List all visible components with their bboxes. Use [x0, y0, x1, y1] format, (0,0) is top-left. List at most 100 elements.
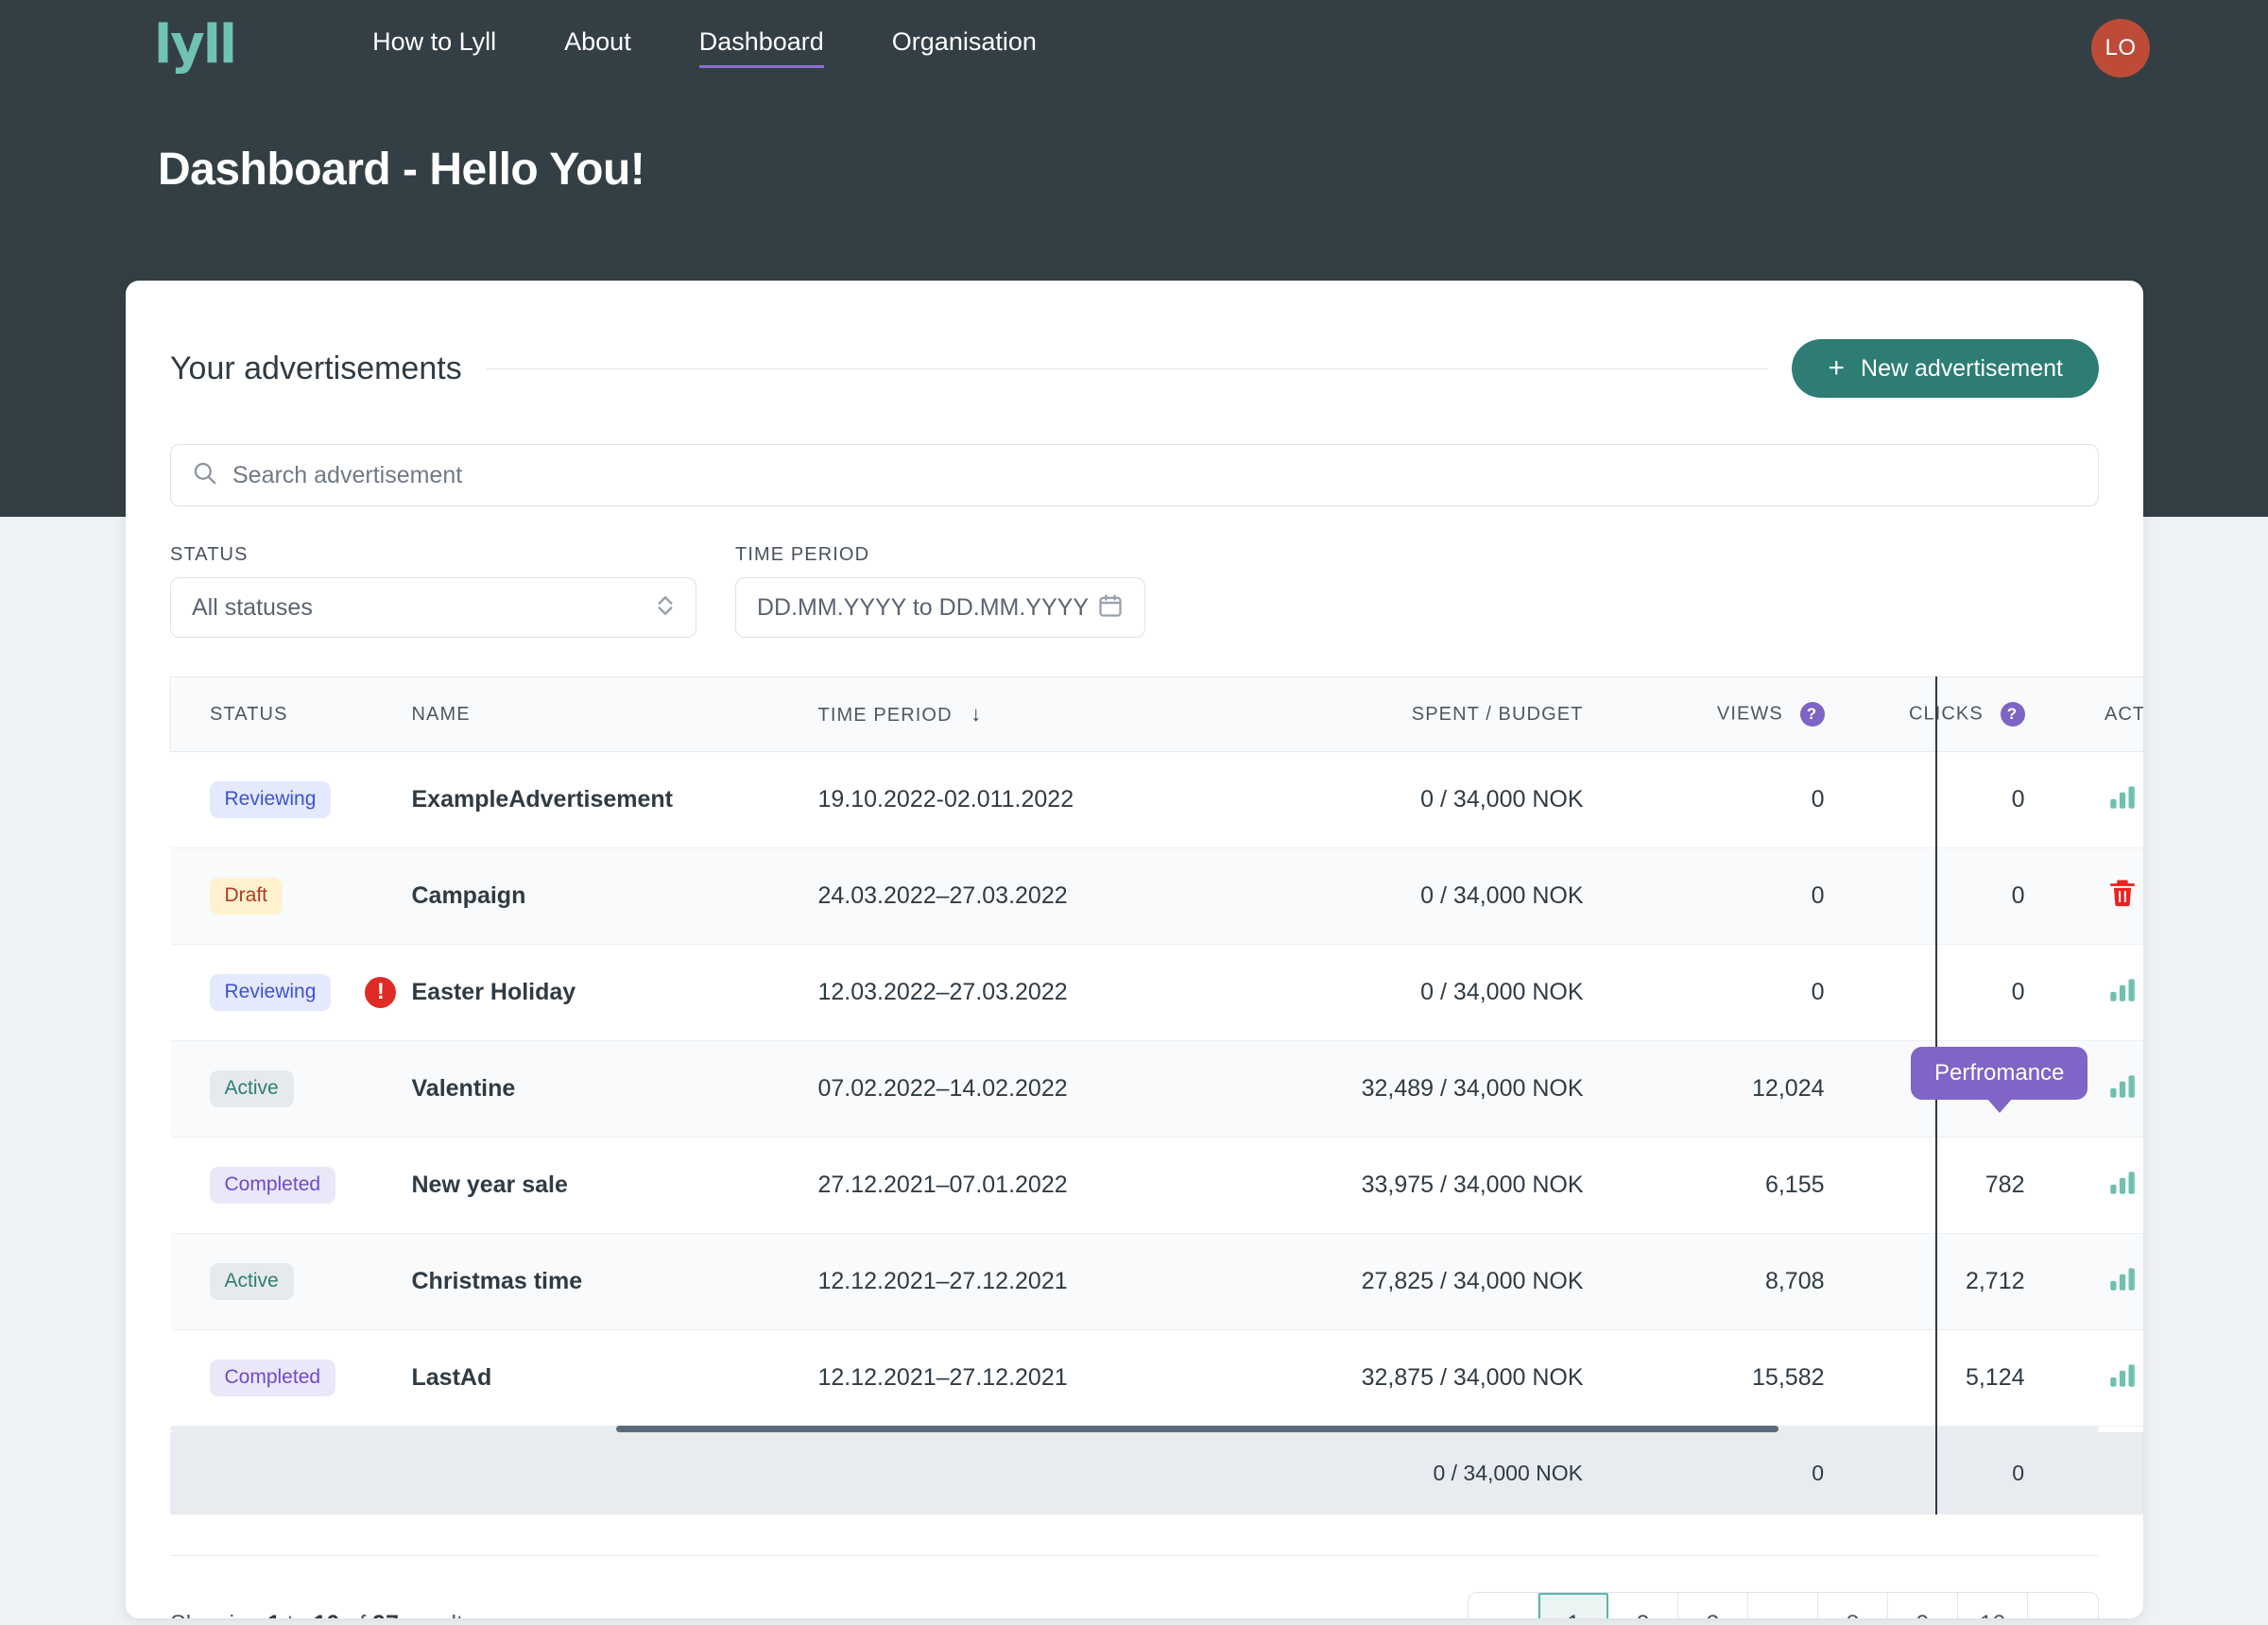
column-header-views[interactable]: VIEWS ? — [1583, 676, 1825, 752]
cell-clicks: 782 — [1824, 1137, 2061, 1234]
status-filter-group: STATUS All statuses — [170, 544, 696, 638]
cell-clicks: 5,124 — [1824, 1329, 2061, 1427]
table-totals-row: 0 / 34,000 NOK 0 0 — [170, 1432, 2143, 1514]
cell-name: Easter Holiday — [411, 944, 818, 1041]
column-header-clicks-label: CLICKS — [1908, 703, 1984, 725]
table-row[interactable]: Completed New year sale 27.12.2021–07.01.2… — [170, 1137, 2143, 1234]
chart-bar-icon[interactable] — [2106, 973, 2139, 1005]
pagination-prev-button[interactable]: ‹ — [1469, 1593, 1538, 1618]
sort-descending-icon[interactable]: ↓ — [971, 702, 982, 726]
column-header-time-period[interactable]: TIME PERIOD ↓ — [817, 676, 1225, 752]
pagination-page-3[interactable]: 3 — [1678, 1593, 1748, 1618]
chart-bar-icon[interactable] — [2106, 1069, 2139, 1102]
time-period-filter-label: TIME PERIOD — [735, 544, 870, 565]
table-row[interactable]: Active Valentine 07.02.2022–14.02.2022 32,4… — [170, 1040, 2143, 1138]
status-badge: Active — [209, 1263, 294, 1300]
chevron-updown-icon — [656, 591, 675, 624]
cell-name: Valentine — [411, 1040, 818, 1138]
cell-views: 0 — [1583, 751, 1825, 848]
table-row[interactable]: Completed LastAd 12.12.2021–27.12.2021 32,8… — [170, 1329, 2143, 1427]
status-badge: Reviewing — [209, 974, 332, 1011]
footer-divider — [170, 1555, 2099, 1556]
showing-suffix: results — [405, 1611, 475, 1619]
performance-tooltip: Perfromance — [1911, 1047, 2088, 1100]
cell-time-period: 12.12.2021–27.12.2021 — [817, 1233, 1225, 1330]
column-header-actions: ACTIONS — [2060, 676, 2143, 752]
showing-total: 97 — [372, 1611, 399, 1619]
column-header-clicks[interactable]: CLICKS ? — [1824, 676, 2061, 752]
pagination-page-10[interactable]: 10 — [1958, 1593, 2028, 1618]
cell-actions — [2060, 1233, 2143, 1330]
cell-time-period: 24.03.2022–27.03.2022 — [817, 847, 1225, 945]
nav-link-about[interactable]: About — [564, 27, 631, 64]
cell-status: Completed — [170, 1137, 412, 1234]
chart-bar-icon[interactable] — [2106, 1262, 2139, 1294]
dashboard-page: lyll How to Lyll About Dashboard Organis… — [0, 0, 2268, 1625]
nav-link-organisation[interactable]: Organisation — [892, 27, 1037, 64]
new-advertisement-button[interactable]: + New advertisement — [1792, 339, 2099, 398]
results-summary: Showing 1 to 10 of 97 results — [170, 1611, 475, 1619]
cell-spent-budget: 32,875 / 34,000 NOK — [1224, 1329, 1584, 1427]
chart-bar-icon[interactable] — [2106, 1359, 2139, 1391]
nav-link-how-to-lyll[interactable]: How to Lyll — [372, 27, 496, 64]
cell-spent-budget: 33,975 / 34,000 NOK — [1224, 1137, 1584, 1234]
time-period-input[interactable]: DD.MM.YYYY to DD.MM.YYYY — [735, 577, 1145, 638]
table-row[interactable]: Reviewing ExampleAdvertisement 19.10.2022-… — [170, 751, 2143, 848]
cell-name: Campaign — [411, 847, 818, 945]
pagination-controls: ‹ 1 2 3 ... 8 9 10 › — [1468, 1592, 2099, 1618]
column-header-name[interactable]: NAME — [411, 676, 818, 752]
totals-spent: 0 / 34,000 NOK — [1224, 1432, 1583, 1514]
totals-name-cell — [411, 1432, 817, 1514]
totals-status-cell — [170, 1432, 411, 1514]
lyll-logo[interactable]: lyll — [154, 19, 237, 72]
chart-bar-icon[interactable] — [2106, 1166, 2139, 1198]
pagination-page-1[interactable]: 1 — [1538, 1593, 1608, 1618]
page-title: Dashboard - Hello You! — [158, 145, 645, 195]
column-header-spent-budget[interactable]: SPENT / BUDGET — [1224, 676, 1584, 752]
advertisements-table: STATUS NAME TIME PERIOD ↓ SPENT / BUDGET… — [170, 676, 2143, 1427]
nav-link-dashboard[interactable]: Dashboard — [698, 27, 824, 68]
cell-status: Reviewing! — [170, 944, 412, 1041]
status-badge: Completed — [209, 1167, 336, 1204]
pagination-next-button[interactable]: › — [2028, 1593, 2098, 1618]
top-navigation: lyll How to Lyll About Dashboard Organis… — [0, 0, 2268, 91]
chart-bar-icon[interactable] — [2106, 780, 2139, 812]
cell-spent-budget: 0 / 34,000 NOK — [1224, 847, 1584, 945]
cell-clicks: 2,712 — [1824, 1233, 2061, 1330]
views-help-icon[interactable]: ? — [1799, 702, 1825, 727]
horizontal-scrollbar[interactable] — [170, 1426, 2099, 1432]
calendar-icon[interactable] — [1097, 592, 1124, 624]
table-row[interactable]: Draft Campaign 24.03.2022–27.03.2022 0 / 34… — [170, 847, 2143, 945]
avatar[interactable]: LO — [2091, 19, 2150, 77]
status-badge: Completed — [209, 1360, 336, 1396]
pagination-page-9[interactable]: 9 — [1888, 1593, 1958, 1618]
table-row[interactable]: Reviewing! Easter Holiday 12.03.2022–27.03… — [170, 944, 2143, 1041]
totals-period-cell — [817, 1432, 1224, 1514]
search-input[interactable] — [232, 461, 2077, 489]
table-row[interactable]: Active Christmas time 12.12.2021–27.12.202… — [170, 1233, 2143, 1330]
status-select[interactable]: All statuses — [170, 577, 696, 638]
new-advertisement-label: New advertisement — [1861, 354, 2063, 382]
table-header: STATUS NAME TIME PERIOD ↓ SPENT / BUDGET… — [170, 676, 2143, 752]
clicks-help-icon[interactable]: ? — [2000, 702, 2025, 727]
pagination-page-2[interactable]: 2 — [1608, 1593, 1678, 1618]
time-period-placeholder: DD.MM.YYYY to DD.MM.YYYY — [757, 593, 1089, 621]
section-title: Your advertisements — [170, 350, 462, 386]
cell-time-period: 07.02.2022–14.02.2022 — [817, 1040, 1225, 1138]
status-select-value: All statuses — [192, 593, 313, 621]
search-field[interactable] — [170, 444, 2099, 506]
scrollbar-thumb[interactable] — [616, 1426, 1778, 1432]
status-filter-label: STATUS — [170, 544, 249, 565]
cell-spent-budget: 0 / 34,000 NOK — [1224, 944, 1584, 1041]
column-header-status[interactable]: STATUS — [170, 676, 412, 752]
pagination-page-8[interactable]: 8 — [1818, 1593, 1888, 1618]
cell-spent-budget: 0 / 34,000 NOK — [1224, 751, 1584, 848]
cell-views: 6,155 — [1583, 1137, 1825, 1234]
alert-icon[interactable]: ! — [365, 976, 397, 1008]
cell-views: 0 — [1583, 847, 1825, 945]
nav-links: How to Lyll About Dashboard Organisation — [372, 27, 1105, 68]
trash-icon[interactable] — [2106, 877, 2139, 909]
column-header-time-period-label: TIME PERIOD — [817, 705, 953, 726]
showing-prefix: Showing — [170, 1611, 261, 1619]
cell-spent-budget: 32,489 / 34,000 NOK — [1224, 1040, 1584, 1138]
